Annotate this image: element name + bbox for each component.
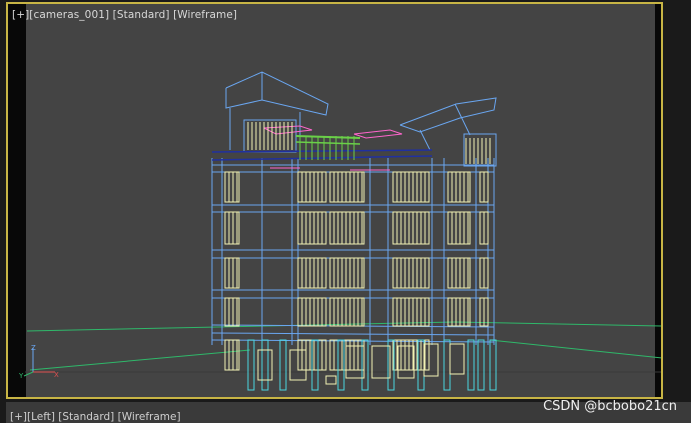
left-viewport-view-menu[interactable]: [Left]	[27, 411, 55, 423]
gizmo-y-label: Y	[18, 372, 24, 380]
ground-line	[29, 349, 251, 371]
viewport-menu-plus[interactable]: [+]	[12, 9, 29, 21]
ground-column	[361, 339, 369, 391]
window	[329, 171, 365, 203]
ground-column	[477, 339, 485, 391]
window	[392, 257, 430, 289]
planter	[353, 129, 403, 139]
roof-right	[399, 97, 497, 133]
window	[329, 257, 365, 289]
viewport-label: [+][cameras_001] [Standard] [Wireframe]	[12, 9, 237, 21]
app-window: [+][cameras_001] [Standard] [Wireframe] …	[0, 0, 691, 423]
window	[329, 339, 365, 371]
ground-column	[247, 339, 255, 391]
roof-left	[225, 71, 329, 116]
roof-right-edge	[419, 129, 431, 151]
roof-right-edge	[454, 103, 471, 136]
shop-window	[371, 345, 391, 379]
ground-column	[311, 339, 319, 391]
left-viewport-menu-plus[interactable]: [+]	[10, 411, 27, 423]
viewport-gap	[665, 0, 691, 402]
gizmo-y-axis	[23, 371, 34, 377]
ground-column	[489, 339, 497, 391]
ground-column	[279, 339, 287, 391]
shop-window	[449, 343, 465, 375]
window	[329, 297, 365, 327]
window	[392, 171, 430, 203]
left-viewport-shading-menu[interactable]: [Standard]	[58, 411, 114, 423]
shop-window	[345, 345, 365, 379]
ground-line	[489, 339, 661, 359]
ground-line	[454, 321, 661, 327]
camera-viewport[interactable]: [+][cameras_001] [Standard] [Wireframe] …	[6, 2, 663, 399]
shop-window	[397, 345, 415, 379]
left-viewport-display-mode-menu[interactable]: [Wireframe]	[118, 411, 181, 423]
window	[392, 297, 430, 327]
penthouse-right	[463, 133, 497, 167]
watermark: CSDN @bcbobo21cn	[543, 399, 677, 414]
left-viewport-label: [+][Left] [Standard] [Wireframe]	[10, 411, 181, 423]
viewport-camera-menu[interactable]: [cameras_001]	[29, 9, 109, 21]
gizmo-x-label: X	[54, 371, 59, 379]
window	[392, 211, 430, 245]
shop-window	[257, 349, 273, 381]
window	[447, 257, 471, 289]
ground-column	[443, 339, 451, 391]
window	[447, 211, 471, 245]
window	[447, 171, 471, 203]
ground-column	[261, 339, 269, 391]
gizmo-z-label: Z	[31, 344, 36, 352]
shop-window	[423, 343, 439, 377]
ground-column	[337, 339, 345, 391]
roof-beam	[211, 149, 433, 153]
roof-beam	[211, 155, 433, 161]
wireframe-scene[interactable]: Z Y X	[8, 4, 661, 397]
ground-column	[467, 339, 475, 391]
door	[325, 375, 337, 385]
building-floor-line	[211, 332, 495, 336]
viewport-shading-menu[interactable]: [Standard]	[113, 9, 170, 21]
viewport-display-mode-menu[interactable]: [Wireframe]	[173, 9, 237, 21]
window	[329, 211, 365, 245]
